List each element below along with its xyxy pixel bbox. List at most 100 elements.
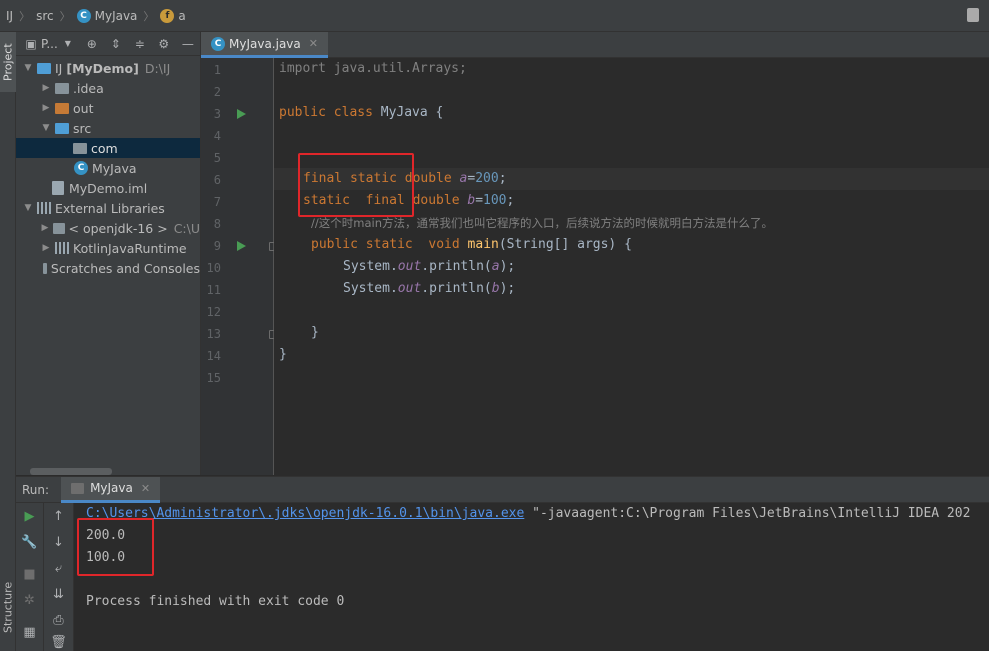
tree-item-path: C:\U — [173, 220, 200, 236]
code-line-11: System.out.println(b); — [343, 281, 516, 296]
wrench-icon[interactable]: 🔧 — [16, 535, 43, 550]
breadcrumb-class[interactable]: C MyJava — [76, 8, 138, 23]
gear-icon[interactable]: ⚙ — [157, 37, 171, 51]
field-icon: f — [160, 8, 175, 23]
close-icon[interactable]: ✕ — [141, 482, 150, 495]
source-folder-icon — [55, 122, 69, 134]
tree-item-label: External Libraries — [55, 200, 165, 216]
line-number: 10 — [206, 261, 221, 275]
tree-item-project-root[interactable]: ▼ IJ [MyDemo] D:\IJ — [16, 58, 200, 78]
tree-item-scratches[interactable]: Scratches and Consoles — [16, 258, 200, 278]
code-editor[interactable]: import java.util.Arrays; public class My… — [274, 58, 989, 475]
console-command-line: C:\Users\Administrator\.jdks\openjdk-16.… — [86, 503, 970, 525]
line-number: 12 — [206, 305, 221, 319]
chevron-right-icon: ▶ — [42, 243, 50, 253]
arrow-down-icon[interactable]: ↓ — [44, 535, 73, 550]
class-icon: C — [74, 161, 88, 175]
structure-tool-tab[interactable]: Structure — [0, 572, 16, 642]
breadcrumb-src[interactable]: src — [36, 9, 54, 23]
soft-wrap-icon[interactable]: ⤶ — [44, 561, 73, 576]
run-toolbar-secondary: ↑ ↓ ⤶ ⇊ ⎙ 🗑 — [44, 503, 74, 651]
tree-item-label: out — [73, 100, 94, 116]
code-line-3: public class MyJava { — [279, 105, 444, 120]
module-file-icon — [52, 181, 64, 195]
line-number: 9 — [213, 239, 221, 253]
line-number: 15 — [206, 371, 221, 385]
library-icon — [55, 242, 69, 254]
run-toolbar-primary: ▶ 🔧 ■ ✲ ▦ — [16, 503, 44, 651]
scratches-icon — [43, 262, 47, 274]
tree-item-idea[interactable]: ▶ .idea — [16, 78, 200, 98]
debug-icon[interactable]: ✲ — [16, 593, 43, 608]
console-icon — [71, 482, 85, 494]
trash-icon[interactable]: 🗑 — [44, 635, 73, 650]
breadcrumb-class-label: MyJava — [94, 8, 138, 23]
chevron-down-icon: ▼ — [24, 203, 32, 213]
tree-item-myjava[interactable]: C MyJava — [16, 158, 200, 178]
command-args: "-javaagent:C:\Program Files\JetBrains\I… — [524, 506, 971, 521]
comment-text: //这个时main方法，通常我们也叫它程序的入口，后续说方法的时候就明白方法是什… — [311, 216, 773, 230]
tree-item-path: D:\IJ — [144, 60, 171, 76]
run-label: Run: — [22, 482, 50, 497]
highlight-box-output — [77, 518, 154, 576]
arrow-up-icon[interactable]: ↑ — [44, 509, 73, 524]
scroll-to-end-icon[interactable]: ⇊ — [44, 587, 73, 602]
line-number: 6 — [213, 173, 221, 187]
project-view-selector[interactable]: ▣ P... ▼ — [24, 37, 75, 51]
output-folder-icon — [55, 102, 69, 114]
project-toolbar: ▣ P... ▼ ⊕ ⇕ ≑ ⚙ — — [16, 32, 200, 56]
rerun-icon[interactable]: ▶ — [16, 509, 43, 524]
jdk-folder-icon — [52, 222, 65, 234]
code-line-14: } — [279, 347, 287, 362]
breadcrumb-separator: 〉 — [143, 9, 155, 23]
tree-item-iml[interactable]: MyDemo.iml — [16, 178, 200, 198]
tree-item-label: MyDemo.iml — [69, 180, 148, 196]
run-class-icon[interactable] — [237, 109, 246, 119]
locate-icon[interactable]: ⊕ — [85, 37, 99, 51]
tab-label: MyJava.java — [229, 36, 301, 51]
line-number: 1 — [213, 63, 221, 77]
project-view-label: P... — [41, 36, 58, 51]
close-icon[interactable]: ✕ — [309, 37, 318, 50]
line-number: 3 — [213, 107, 221, 121]
tree-item-src[interactable]: ▼ src — [16, 118, 200, 138]
layout-icon[interactable]: ▦ — [16, 625, 43, 640]
tree-item-label: Scratches and Consoles — [50, 260, 200, 276]
stop-icon[interactable]: ■ — [16, 567, 43, 582]
tree-item-external-libraries[interactable]: ▼ External Libraries — [16, 198, 200, 218]
tree-item-label: com — [91, 140, 118, 156]
chevron-right-icon: ▶ — [42, 103, 50, 113]
tree-item-out[interactable]: ▶ out — [16, 98, 200, 118]
device-icon[interactable] — [967, 8, 979, 22]
tab-myjava[interactable]: C MyJava.java ✕ — [201, 32, 328, 58]
line-number: 14 — [206, 349, 221, 363]
run-panel-header: Run: MyJava ✕ — [16, 476, 989, 503]
left-tool-strip: Project Structure — [0, 32, 16, 651]
project-panel: ▣ P... ▼ ⊕ ⇕ ≑ ⚙ — ▼ IJ [MyDemo] D:\IJ ▶… — [16, 32, 201, 475]
minimize-icon[interactable]: — — [181, 37, 195, 51]
horizontal-scrollbar[interactable] — [30, 468, 112, 475]
tree-item-openjdk[interactable]: ▶ < openjdk-16 > C:\U — [16, 218, 201, 238]
tree-item-kotlin-runtime[interactable]: ▶ KotlinJavaRuntime — [16, 238, 200, 258]
breadcrumb-project-label: IJ — [6, 8, 14, 23]
breadcrumb-project[interactable]: IJ — [6, 9, 13, 23]
run-main-icon[interactable] — [237, 241, 246, 251]
breadcrumb: IJ 〉 src 〉 C MyJava 〉 fa — [0, 0, 989, 32]
tree-item-label: MyJava — [92, 160, 137, 176]
project-tool-tab[interactable]: Project — [0, 32, 16, 92]
chevron-down-icon: ▼ — [64, 39, 71, 48]
breadcrumb-field[interactable]: fa — [160, 8, 186, 23]
folder-icon — [55, 82, 69, 94]
print-icon[interactable]: ⎙ — [44, 613, 73, 628]
collapse-all-icon[interactable]: ≑ — [133, 37, 147, 51]
tab-run-myjava[interactable]: MyJava ✕ — [61, 476, 161, 503]
run-console[interactable]: C:\Users\Administrator\.jdks\openjdk-16.… — [74, 503, 989, 651]
highlight-box-modifiers — [298, 153, 414, 217]
tree-item-com[interactable]: com — [16, 138, 200, 158]
tree-item-label: .idea — [73, 80, 104, 96]
breadcrumb-separator: 〉 — [59, 9, 71, 23]
expand-all-icon[interactable]: ⇕ — [109, 37, 123, 51]
code-line-10: System.out.println(a); — [343, 259, 516, 274]
code-line-1: import java.util.Arrays; — [279, 61, 467, 76]
tree-item-label: < openjdk-16 > — [68, 220, 168, 236]
